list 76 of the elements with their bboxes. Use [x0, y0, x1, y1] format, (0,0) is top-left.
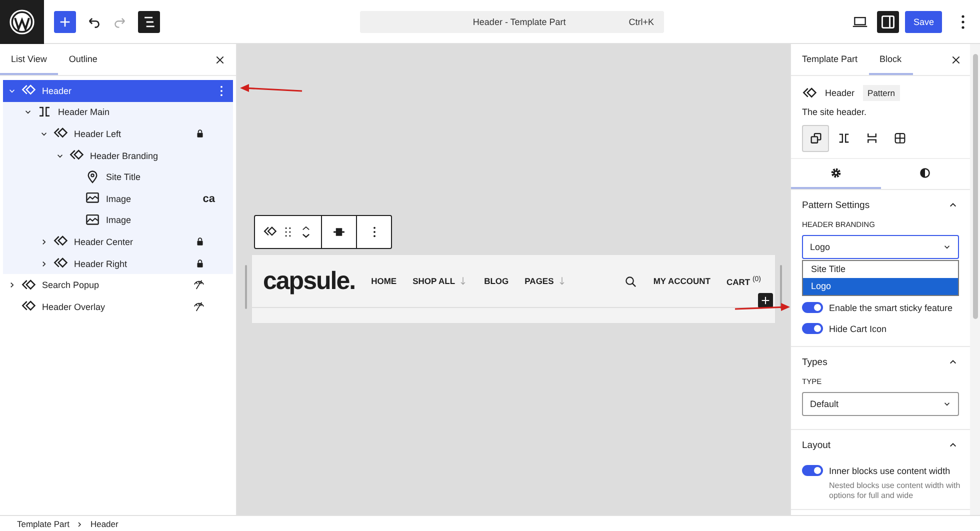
settings-icon	[828, 166, 843, 180]
list-view-button[interactable]	[138, 10, 160, 32]
save-button[interactable]: Save	[905, 10, 942, 32]
location-pin-icon	[85, 170, 100, 185]
close-icon	[950, 54, 962, 66]
dropdown-option[interactable]: Site Title	[803, 261, 958, 278]
toggle-label: Enable the smart sticky feature	[829, 302, 953, 312]
block-description: The site header.	[802, 107, 868, 117]
select-field[interactable]: Default	[802, 392, 959, 416]
toggle-label: Inner blocks use content width	[829, 466, 950, 476]
layers-icon	[808, 132, 822, 146]
help-text: Nested blocks use content width with options for full and wide	[829, 481, 961, 502]
select-field[interactable]: Logo	[802, 235, 959, 259]
annotation-arrow	[733, 302, 792, 314]
panel-tab[interactable]: Outline	[58, 44, 108, 75]
close-icon	[214, 54, 226, 66]
toggle-label: Hide Cart Icon	[829, 324, 887, 334]
block-title: Header	[825, 88, 855, 98]
panel-header[interactable]: Pattern Settings	[802, 199, 959, 211]
toggle-switch[interactable]	[802, 302, 823, 313]
list-view-item[interactable]: Header Overlay	[3, 296, 233, 318]
settings-toggle-button[interactable]	[877, 10, 900, 32]
panel-tab[interactable]: List View	[0, 44, 58, 75]
nav-link[interactable]: SHOP ALL	[412, 276, 468, 286]
site-logo[interactable]: capsule.	[263, 266, 356, 296]
toggle-switch[interactable]	[802, 465, 823, 476]
grid-icon	[892, 132, 906, 146]
close-button[interactable]	[214, 54, 226, 66]
command-bar[interactable]: Header - Template Part Ctrl+K	[360, 10, 664, 32]
shortcut-hint: Ctrl+K	[628, 16, 654, 26]
list-view-item[interactable]: Header Main	[3, 102, 233, 124]
sidebar-icon	[880, 14, 896, 30]
pattern-icon	[802, 86, 817, 100]
nav-link[interactable]: BLOG	[484, 276, 509, 286]
justify-icon	[332, 225, 346, 239]
add-block-button[interactable]	[758, 293, 773, 308]
account-link[interactable]: MY ACCOUNT	[653, 276, 710, 286]
list-view-item[interactable]: Header Left	[3, 123, 233, 145]
close-button[interactable]	[950, 54, 962, 66]
row-icon	[836, 132, 850, 146]
resize-handle[interactable]	[780, 265, 782, 309]
list-view-item[interactable]: Header Right	[3, 252, 233, 274]
sidebar-tab[interactable]: Block	[868, 44, 913, 75]
nav-link[interactable]: PAGES	[524, 276, 567, 286]
logo-preview: ca	[202, 192, 215, 205]
pattern-badge: Pattern	[862, 85, 900, 101]
plus-icon	[760, 295, 771, 306]
contrast-icon	[918, 166, 932, 180]
search-icon	[624, 274, 638, 288]
image-icon	[85, 212, 100, 228]
toggle-switch[interactable]	[802, 323, 823, 334]
list-view-item[interactable]: Search Popup	[3, 274, 233, 296]
scrollbar[interactable]	[972, 54, 978, 319]
breadcrumb-link[interactable]: Header	[90, 519, 118, 529]
dropdown-option[interactable]: Logo	[803, 278, 958, 295]
block-style-button[interactable]	[802, 125, 829, 152]
sidebar-tab[interactable]: Template Part	[791, 44, 869, 75]
more-icon	[961, 14, 965, 30]
cart-link[interactable]: CART $^{(0)}$	[726, 276, 761, 286]
list-view-item[interactable]: Image	[3, 210, 233, 232]
more-icon	[372, 226, 376, 238]
plus-icon	[58, 14, 72, 28]
list-view-item[interactable]: Site Title	[3, 166, 233, 188]
breadcrumb-link[interactable]: Template Part	[17, 519, 70, 529]
list-view-item[interactable]: Image ca	[3, 188, 233, 210]
list-view-item[interactable]: Header	[3, 80, 233, 102]
options-icon	[220, 84, 223, 97]
list-view-item[interactable]: Header Center	[3, 231, 233, 253]
stack-icon	[864, 132, 878, 146]
resize-handle[interactable]	[245, 265, 247, 309]
panel-header[interactable]: Types	[802, 356, 959, 368]
document-title: Header - Template Part	[472, 16, 567, 26]
list-view-item[interactable]: Header Branding	[3, 144, 233, 166]
nav-link[interactable]: HOME	[371, 276, 397, 286]
panel-header[interactable]: Layout	[802, 439, 959, 451]
wordpress-logo[interactable]	[9, 8, 35, 34]
